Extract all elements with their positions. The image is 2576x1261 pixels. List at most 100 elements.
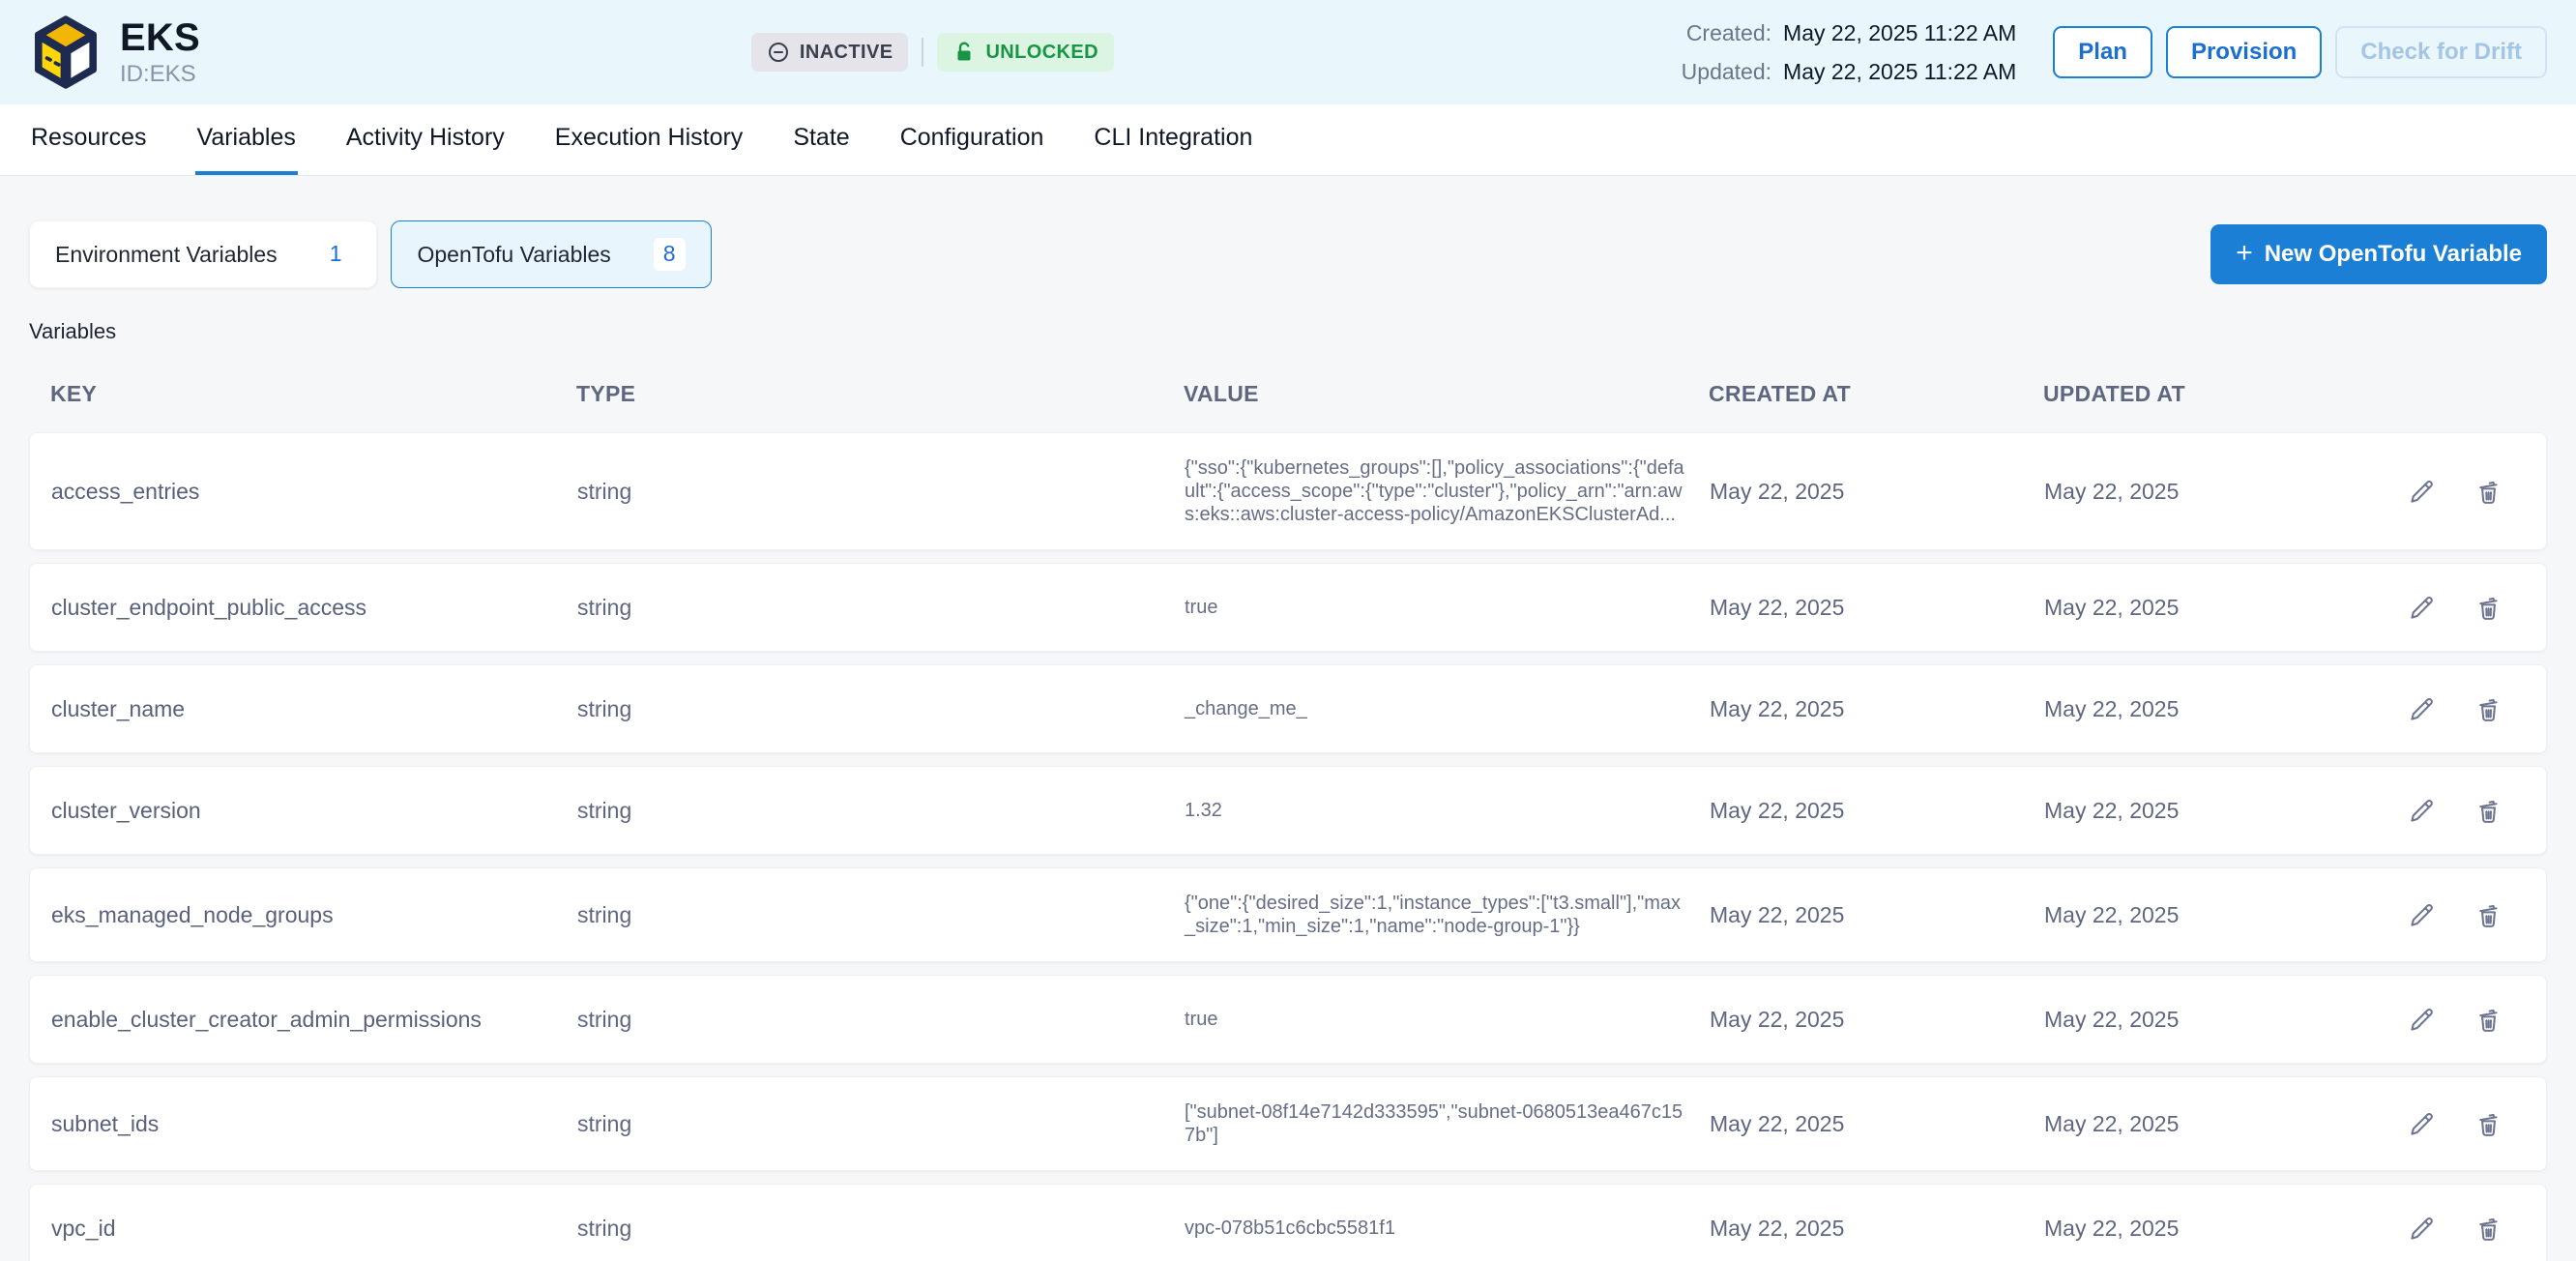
- variable-created-at: May 22, 2025: [1710, 902, 2044, 928]
- table-row: access_entries string {"sso":{"kubernete…: [29, 432, 2547, 550]
- edit-variable-button[interactable]: [2407, 1109, 2437, 1139]
- variables-section-label: Variables: [29, 319, 2547, 344]
- edit-variable-button[interactable]: [2407, 796, 2437, 826]
- variables-table: KEY TYPE VALUE CREATED AT UPDATED AT acc…: [29, 381, 2547, 1261]
- pencil-icon: [2407, 1109, 2437, 1139]
- created-value: May 22, 2025 11:22 AM: [1783, 20, 2016, 46]
- variable-type: string: [577, 479, 1185, 505]
- variable-updated-at: May 22, 2025: [2044, 595, 2395, 621]
- variable-created-at: May 22, 2025: [1710, 1111, 2044, 1137]
- pencil-icon: [2407, 796, 2437, 826]
- variable-type: string: [577, 696, 1185, 722]
- tab-configuration[interactable]: Configuration: [898, 104, 1046, 175]
- plan-button[interactable]: Plan: [2053, 26, 2152, 78]
- provision-button[interactable]: Provision: [2166, 26, 2322, 78]
- plus-icon: +: [2236, 239, 2253, 268]
- tab-activity-history[interactable]: Activity History: [344, 104, 507, 175]
- variable-key: access_entries: [30, 479, 577, 505]
- environment-tabs: Resources Variables Activity History Exe…: [0, 104, 2576, 176]
- table-row: vpc_id string vpc-078b51c6cbc5581f1 May …: [29, 1184, 2547, 1261]
- trash-icon: [2474, 1214, 2503, 1244]
- table-row: subnet_ids string ["subnet-08f14e7142d33…: [29, 1076, 2547, 1171]
- variable-value: vpc-078b51c6cbc5581f1: [1185, 1217, 1710, 1240]
- lock-badge-label: UNLOCKED: [985, 43, 1098, 62]
- variable-updated-at: May 22, 2025: [2044, 696, 2395, 722]
- new-opentofu-variable-button[interactable]: + New OpenTofu Variable: [2210, 224, 2547, 284]
- trash-icon: [2474, 477, 2503, 507]
- variable-created-at: May 22, 2025: [1710, 595, 2044, 621]
- delete-variable-button[interactable]: [2474, 694, 2503, 724]
- variable-key: vpc_id: [30, 1216, 577, 1242]
- new-opentofu-variable-button-label: New OpenTofu Variable: [2265, 241, 2522, 268]
- variable-type: string: [577, 798, 1185, 824]
- delete-variable-button[interactable]: [2474, 900, 2503, 930]
- table-row: cluster_endpoint_public_access string tr…: [29, 563, 2547, 652]
- column-header-key: KEY: [29, 381, 576, 407]
- status-badge: INACTIVE: [751, 33, 909, 72]
- delete-variable-button[interactable]: [2474, 593, 2503, 623]
- variable-updated-at: May 22, 2025: [2044, 1111, 2395, 1137]
- timestamps: Created: May 22, 2025 11:22 AM Updated: …: [1665, 20, 2016, 85]
- edit-variable-button[interactable]: [2407, 694, 2437, 724]
- pencil-icon: [2407, 477, 2437, 507]
- variable-value: {"one":{"desired_size":1,"instance_types…: [1185, 892, 1710, 938]
- page-title: EKS: [120, 17, 200, 58]
- check-for-drift-button[interactable]: Check for Drift: [2335, 26, 2547, 78]
- variable-updated-at: May 22, 2025: [2044, 1007, 2395, 1033]
- variable-created-at: May 22, 2025: [1710, 798, 2044, 824]
- edit-variable-button[interactable]: [2407, 1005, 2437, 1035]
- pencil-icon: [2407, 694, 2437, 724]
- opentofu-variables-filter[interactable]: OpenTofu Variables 8: [391, 220, 711, 288]
- column-header-created-at: CREATED AT: [1709, 381, 2043, 407]
- delete-variable-button[interactable]: [2474, 1109, 2503, 1139]
- unlock-icon: [952, 41, 976, 64]
- updated-label: Updated:: [1665, 59, 1771, 85]
- edit-variable-button[interactable]: [2407, 900, 2437, 930]
- column-header-type: TYPE: [576, 381, 1184, 407]
- variables-table-header: KEY TYPE VALUE CREATED AT UPDATED AT: [29, 381, 2547, 432]
- variable-created-at: May 22, 2025: [1710, 479, 2044, 505]
- lock-status-badge: UNLOCKED: [937, 33, 1114, 72]
- environment-variables-filter[interactable]: Environment Variables 1: [29, 220, 377, 288]
- variable-type: string: [577, 1007, 1185, 1033]
- edit-variable-button[interactable]: [2407, 477, 2437, 507]
- environment-variables-count: 1: [320, 238, 352, 271]
- environment-header: EKS ID:EKS INACTIVE UNLOCKED Created: Ma…: [0, 0, 2576, 104]
- variable-value: 1.32: [1185, 799, 1710, 822]
- variable-type: string: [577, 1216, 1185, 1242]
- tab-cli-integration[interactable]: CLI Integration: [1092, 104, 1254, 175]
- delete-variable-button[interactable]: [2474, 1214, 2503, 1244]
- tab-resources[interactable]: Resources: [29, 104, 149, 175]
- variable-updated-at: May 22, 2025: [2044, 1216, 2395, 1242]
- variable-value: true: [1185, 1008, 1710, 1031]
- variable-key: eks_managed_node_groups: [30, 902, 577, 928]
- variable-key: cluster_version: [30, 798, 577, 824]
- table-row: cluster_version string 1.32 May 22, 2025…: [29, 766, 2547, 855]
- pencil-icon: [2407, 593, 2437, 623]
- edit-variable-button[interactable]: [2407, 1214, 2437, 1244]
- variable-type: string: [577, 595, 1185, 621]
- created-label: Created:: [1665, 20, 1771, 46]
- variable-updated-at: May 22, 2025: [2044, 479, 2395, 505]
- tab-state[interactable]: State: [791, 104, 851, 175]
- variables-table-body: access_entries string {"sso":{"kubernete…: [29, 432, 2547, 1261]
- table-row: cluster_name string _change_me_ May 22, …: [29, 664, 2547, 753]
- tab-variables[interactable]: Variables: [195, 104, 298, 175]
- variable-key: cluster_endpoint_public_access: [30, 595, 577, 621]
- variable-type: string: [577, 902, 1185, 928]
- trash-icon: [2474, 593, 2503, 623]
- variable-created-at: May 22, 2025: [1710, 1007, 2044, 1033]
- variable-created-at: May 22, 2025: [1710, 1216, 2044, 1242]
- variable-key: cluster_name: [30, 696, 577, 722]
- edit-variable-button[interactable]: [2407, 593, 2437, 623]
- delete-variable-button[interactable]: [2474, 477, 2503, 507]
- variable-value: true: [1185, 596, 1710, 619]
- delete-variable-button[interactable]: [2474, 1005, 2503, 1035]
- table-row: eks_managed_node_groups string {"one":{"…: [29, 867, 2547, 962]
- variable-updated-at: May 22, 2025: [2044, 902, 2395, 928]
- delete-variable-button[interactable]: [2474, 796, 2503, 826]
- tab-execution-history[interactable]: Execution History: [553, 104, 746, 175]
- variable-type: string: [577, 1111, 1185, 1137]
- environment-id: ID:EKS: [120, 61, 200, 88]
- trash-icon: [2474, 796, 2503, 826]
